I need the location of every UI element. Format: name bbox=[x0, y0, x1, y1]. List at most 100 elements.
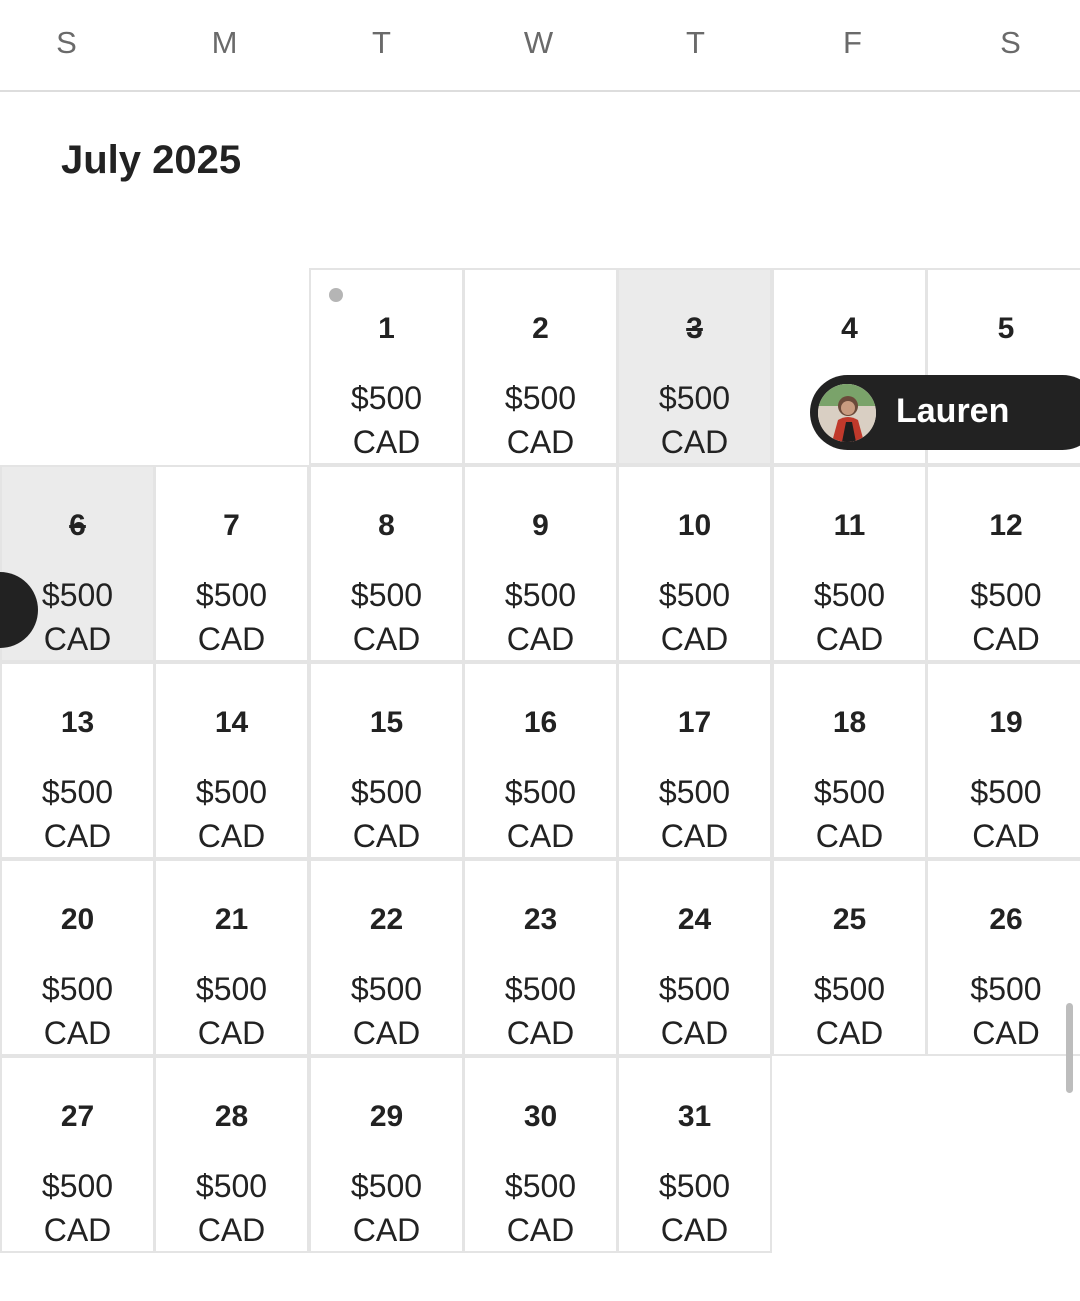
day-cell[interactable]: 1 $500 CAD bbox=[309, 268, 464, 465]
price-currency: CAD bbox=[660, 424, 729, 460]
day-price: $500 CAD bbox=[774, 770, 925, 858]
day-cell[interactable]: 22 $500 CAD bbox=[309, 859, 464, 1056]
price-amount: $500 bbox=[350, 971, 423, 1007]
day-price: $500 CAD bbox=[619, 376, 770, 464]
price-currency: CAD bbox=[506, 818, 575, 854]
day-cell[interactable]: 31 $500 CAD bbox=[617, 1056, 772, 1253]
day-cell[interactable]: 24 $500 CAD bbox=[617, 859, 772, 1056]
day-cell[interactable]: 11 $500 CAD bbox=[772, 465, 927, 662]
day-number: 25 bbox=[832, 903, 867, 936]
day-price: $500 CAD bbox=[156, 573, 307, 661]
day-cell[interactable]: 20 $500 CAD bbox=[0, 859, 155, 1056]
day-price: $500 CAD bbox=[311, 573, 462, 661]
day-cell[interactable]: 28 $500 CAD bbox=[154, 1056, 309, 1253]
day-cell[interactable]: 18 $500 CAD bbox=[772, 662, 927, 859]
day-number: 19 bbox=[989, 706, 1023, 739]
scrollbar-thumb[interactable] bbox=[1066, 1003, 1073, 1093]
day-cell[interactable]: 23 $500 CAD bbox=[463, 859, 618, 1056]
price-currency: CAD bbox=[43, 1212, 112, 1248]
price-currency: CAD bbox=[352, 1212, 421, 1248]
day-cell[interactable]: 2 $500 CAD bbox=[463, 268, 618, 465]
month-title: July 2025 bbox=[61, 138, 242, 182]
day-number: 16 bbox=[523, 706, 558, 739]
price-amount: $500 bbox=[504, 774, 577, 810]
day-price: $500 CAD bbox=[156, 1164, 307, 1252]
day-number: 24 bbox=[677, 903, 712, 936]
price-amount: $500 bbox=[658, 577, 731, 613]
day-cell[interactable]: 15 $500 CAD bbox=[309, 662, 464, 859]
day-price: $500 CAD bbox=[2, 1164, 153, 1252]
day-cell[interactable]: 16 $500 CAD bbox=[463, 662, 618, 859]
price-currency: CAD bbox=[197, 818, 266, 854]
day-cell[interactable]: 12 $500 CAD bbox=[926, 465, 1080, 662]
day-cell[interactable]: 10 $500 CAD bbox=[617, 465, 772, 662]
price-amount: $500 bbox=[350, 774, 423, 810]
day-cell[interactable]: 17 $500 CAD bbox=[617, 662, 772, 859]
price-amount: $500 bbox=[41, 774, 114, 810]
day-cell[interactable]: 29 $500 CAD bbox=[309, 1056, 464, 1253]
day-cell[interactable]: 7 $500 CAD bbox=[154, 465, 309, 662]
price-currency: CAD bbox=[352, 818, 421, 854]
day-price: $500 CAD bbox=[156, 967, 307, 1055]
price-amount: $500 bbox=[504, 577, 577, 613]
price-amount: $500 bbox=[970, 577, 1042, 613]
weekday-label: M bbox=[211, 25, 239, 60]
weekday-label: T bbox=[372, 25, 392, 60]
price-amount: $500 bbox=[658, 774, 731, 810]
price-amount: $500 bbox=[813, 774, 886, 810]
day-price: $500 CAD bbox=[311, 1164, 462, 1252]
weekday-label: W bbox=[523, 25, 555, 60]
day-number: 31 bbox=[677, 1100, 712, 1133]
price-amount: $500 bbox=[504, 380, 577, 416]
day-cell[interactable]: 19 $500 CAD bbox=[926, 662, 1080, 859]
price-amount: $500 bbox=[504, 1168, 577, 1204]
day-cell[interactable]: 13 $500 CAD bbox=[0, 662, 155, 859]
day-cell[interactable]: 9 $500 CAD bbox=[463, 465, 618, 662]
price-currency: CAD bbox=[972, 1015, 1040, 1051]
reservation-pill[interactable]: Lauren bbox=[810, 375, 1080, 450]
day-cell[interactable]: 27 $500 CAD bbox=[0, 1056, 155, 1253]
price-amount: $500 bbox=[658, 971, 731, 1007]
day-number: 30 bbox=[523, 1100, 558, 1133]
today-indicator-dot bbox=[329, 288, 343, 302]
price-amount: $500 bbox=[970, 774, 1042, 810]
day-number: 9 bbox=[532, 509, 549, 542]
price-currency: CAD bbox=[815, 1015, 884, 1051]
day-number: 11 bbox=[833, 509, 866, 542]
day-number: 6 bbox=[69, 509, 86, 542]
weekday-label: T bbox=[686, 25, 706, 60]
price-amount: $500 bbox=[350, 1168, 423, 1204]
day-price: $500 CAD bbox=[619, 1164, 770, 1252]
day-number: 8 bbox=[378, 509, 395, 542]
day-cell[interactable]: 3 $500 CAD bbox=[617, 268, 772, 465]
day-price: $500 CAD bbox=[465, 376, 616, 464]
price-currency: CAD bbox=[506, 424, 575, 460]
day-number: 23 bbox=[523, 903, 558, 936]
price-currency: CAD bbox=[660, 1015, 729, 1051]
day-cell[interactable]: 14 $500 CAD bbox=[154, 662, 309, 859]
day-cell[interactable]: 21 $500 CAD bbox=[154, 859, 309, 1056]
day-number: 28 bbox=[214, 1100, 249, 1133]
price-amount: $500 bbox=[350, 577, 423, 613]
day-number: 22 bbox=[369, 903, 404, 936]
day-cell[interactable]: 8 $500 CAD bbox=[309, 465, 464, 662]
day-number: 17 bbox=[677, 706, 712, 739]
weekday-label: S bbox=[1000, 25, 1022, 60]
price-currency: CAD bbox=[197, 1015, 266, 1051]
day-price: $500 CAD bbox=[2, 967, 153, 1055]
price-currency: CAD bbox=[815, 818, 884, 854]
day-cell[interactable]: 26 $500 CAD bbox=[926, 859, 1080, 1056]
day-cell[interactable]: 25 $500 CAD bbox=[772, 859, 927, 1056]
calendar-page: S M T W T F S July 2025 1 $500 CAD 2 $500 CAD… bbox=[0, 0, 1080, 1301]
day-price: $500 CAD bbox=[774, 573, 925, 661]
day-cell[interactable]: 30 $500 CAD bbox=[463, 1056, 618, 1253]
price-currency: CAD bbox=[197, 1212, 266, 1248]
weekday-header: S M T W T F S bbox=[0, 0, 1080, 92]
day-number: 21 bbox=[214, 903, 249, 936]
day-price: $500 CAD bbox=[774, 967, 925, 1055]
price-amount: $500 bbox=[195, 774, 268, 810]
day-number: 10 bbox=[677, 509, 712, 542]
price-amount: $500 bbox=[195, 971, 268, 1007]
price-amount: $500 bbox=[41, 971, 114, 1007]
day-number: 3 bbox=[686, 312, 703, 345]
